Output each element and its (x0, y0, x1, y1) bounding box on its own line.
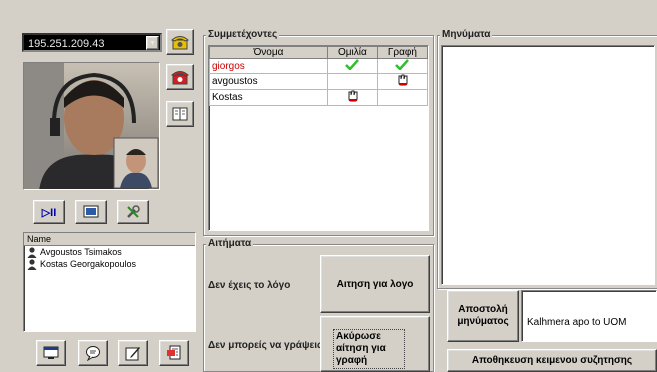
speak-cell (327, 58, 378, 74)
window-button[interactable] (36, 340, 66, 366)
speak-status-label: Δεν έχεις το λόγο (208, 280, 291, 291)
hand-icon (348, 90, 358, 102)
messages-title: Μηνύματα (440, 29, 493, 40)
phone-icon (171, 36, 189, 50)
list-item-label: Kostas Georgakopoulos (40, 259, 137, 269)
send-message-label: Αποστολή μηνύματος (457, 304, 509, 327)
hand-icon (398, 74, 408, 86)
table-row[interactable]: Kostas (209, 89, 429, 106)
message-input-value: Kalhmera apo to UOM (527, 317, 627, 328)
users-list-header: Name (24, 233, 195, 246)
snapshot-button[interactable] (75, 200, 107, 224)
table-row[interactable]: avgoustos (209, 73, 429, 90)
write-status-label: Δεν μπορείς να γράψεις (208, 340, 323, 351)
combo-dropdown-button[interactable]: ▼ (146, 36, 159, 50)
send-message-button[interactable]: Αποστολή μηνύματος (447, 290, 519, 342)
column-header-speak[interactable]: Ομιλία (327, 46, 378, 59)
speak-cell (327, 89, 378, 106)
participants-group: Συμμετέχοντες Όνομα Ομιλία Γραφή giorgos (203, 29, 434, 236)
user-icon (27, 246, 37, 258)
connect-phone-button[interactable] (166, 29, 194, 55)
list-item[interactable]: Kostas Georgakopoulos (24, 258, 195, 270)
list-item[interactable]: Avgoustos Tsimakos (24, 246, 195, 258)
chat-bubble-icon (86, 346, 100, 361)
participants-table: Όνομα Ομιλία Γραφή giorgos avgoustos Kos… (209, 46, 429, 106)
column-header-name[interactable]: Όνομα (209, 46, 328, 59)
participant-name: Kostas (209, 89, 328, 106)
request-speak-label: Αιτηση για λογο (336, 278, 414, 290)
book-icon (172, 107, 188, 121)
chat-button[interactable] (78, 340, 108, 366)
table-row[interactable]: giorgos (209, 58, 429, 74)
user-icon (27, 258, 37, 270)
cancel-write-request-button[interactable]: Ακύρωσε αίτηση για γραφή (320, 316, 430, 372)
whiteboard-button[interactable] (118, 340, 148, 366)
list-item-label: Avgoustos Tsimakos (40, 247, 122, 257)
participant-name: giorgos (209, 58, 328, 74)
server-ip-value: 195.251.209.43 (28, 38, 105, 50)
write-cell (376, 58, 429, 74)
participants-title: Συμμετέχοντες (206, 29, 280, 40)
play-pause-button[interactable]: ▷II (33, 200, 65, 224)
save-conversation-label: Αποθηκευση κειμενου συζητησης (471, 355, 633, 366)
check-icon (345, 59, 360, 71)
edit-icon (125, 347, 140, 361)
cancel-write-request-label: Ακύρωσε αίτηση για γραφή (333, 329, 405, 369)
tools-icon (127, 205, 140, 218)
file-transfer-button[interactable] (159, 340, 189, 366)
window-icon (43, 346, 59, 359)
video-settings-button[interactable] (117, 200, 149, 224)
save-conversation-button[interactable]: Αποθηκευση κειμενου συζητησης (447, 349, 657, 372)
speak-cell (327, 73, 378, 90)
document-icon (167, 345, 181, 360)
message-input[interactable]: Kalhmera apo to UOM (521, 290, 657, 342)
messages-group: Μηνύματα (437, 29, 657, 289)
hangup-phone-button[interactable] (166, 64, 194, 90)
column-header-write[interactable]: Γραφή (376, 46, 429, 59)
write-cell (376, 89, 429, 106)
screen-icon (83, 205, 99, 218)
video-preview (23, 62, 160, 190)
webcam-image (24, 63, 159, 189)
play-pause-icon: ▷II (41, 206, 57, 219)
messages-display[interactable] (441, 45, 655, 285)
red-phone-icon (171, 71, 189, 85)
write-cell (376, 73, 429, 90)
server-ip-combo[interactable]: 195.251.209.43 ▼ (22, 33, 162, 52)
address-book-button[interactable] (166, 101, 194, 127)
request-speak-button[interactable]: Αιτηση για λογο (320, 255, 430, 313)
users-list[interactable]: Name Avgoustos Tsimakos Kostas Georgakop… (23, 232, 196, 332)
chevron-down-icon: ▼ (149, 39, 156, 47)
participants-table-frame: Όνομα Ομιλία Γραφή giorgos avgoustos Kos… (208, 45, 429, 231)
requests-title: Αιτήματα (206, 238, 254, 249)
check-icon (395, 59, 410, 71)
participant-name: avgoustos (209, 73, 328, 90)
